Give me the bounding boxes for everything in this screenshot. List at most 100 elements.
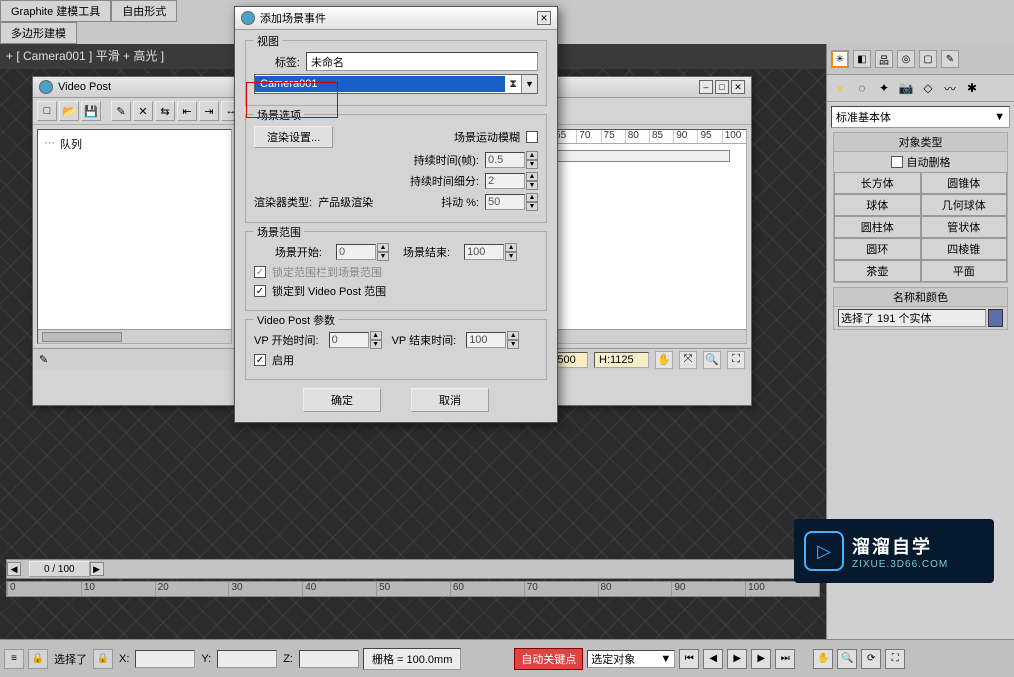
nav-max-icon[interactable]: ⛶ bbox=[885, 649, 905, 669]
logo-url: ZIXUE.3D66.COM bbox=[852, 559, 948, 570]
delete-icon[interactable]: ✕ bbox=[133, 101, 153, 121]
status-bar: ≡ 🔒 选择了 🔒 X: Y: Z: 栅格 = 100.0mm 自动关键点 选定… bbox=[0, 639, 1014, 677]
x-input[interactable] bbox=[135, 650, 195, 668]
motion-blur-checkbox[interactable] bbox=[526, 131, 538, 143]
queue-tree[interactable]: 队列 bbox=[37, 129, 232, 344]
nav-pan-icon[interactable]: ✋ bbox=[813, 649, 833, 669]
shapes-icon[interactable]: ◌ bbox=[853, 79, 871, 97]
selected-label: 选择了 bbox=[52, 651, 89, 667]
tab-polymodel[interactable]: 多边形建模 bbox=[0, 22, 77, 44]
btn-torus[interactable]: 圆环 bbox=[834, 238, 921, 260]
scene-options-label: 场景选项 bbox=[254, 107, 304, 123]
swap-icon[interactable]: ⇆ bbox=[155, 101, 175, 121]
btn-pyramid[interactable]: 四棱锥 bbox=[921, 238, 1008, 260]
prev-frame-icon[interactable]: ◀ bbox=[703, 649, 723, 669]
btn-tube[interactable]: 管状体 bbox=[921, 216, 1008, 238]
zoom-time-icon[interactable]: 🔍 bbox=[703, 351, 721, 369]
align-left-icon[interactable]: ⇤ bbox=[177, 101, 197, 121]
btn-sphere[interactable]: 球体 bbox=[834, 194, 921, 216]
tree-scrollbar[interactable] bbox=[42, 332, 122, 342]
nav-zoom-icon[interactable]: 🔍 bbox=[837, 649, 857, 669]
btn-box[interactable]: 长方体 bbox=[834, 172, 921, 194]
goto-start-icon[interactable]: ⏮ bbox=[679, 649, 699, 669]
script-icon[interactable]: ≡ bbox=[4, 649, 24, 669]
display-tab-icon[interactable]: ▢ bbox=[919, 50, 937, 68]
enable-checkbox[interactable]: ✓ bbox=[254, 354, 266, 366]
frame-ruler: 0102030405060708090100 bbox=[6, 581, 820, 597]
btn-plane[interactable]: 平面 bbox=[921, 260, 1008, 282]
btn-teapot[interactable]: 茶壶 bbox=[834, 260, 921, 282]
time-slider[interactable]: ◀ 0 / 100 ▶ bbox=[6, 559, 820, 579]
hierarchy-tab-icon[interactable]: 品 bbox=[875, 50, 893, 68]
lock-selection-icon[interactable]: 🔒 bbox=[93, 649, 113, 669]
range-end-label: 场景结束: bbox=[403, 244, 450, 260]
spacewarps-icon[interactable]: 〰 bbox=[941, 79, 959, 97]
goto-end-icon[interactable]: ⏭ bbox=[775, 649, 795, 669]
autogrid-checkbox[interactable] bbox=[891, 156, 903, 168]
minimize-button[interactable]: – bbox=[699, 80, 713, 94]
dialog-close-button[interactable]: ✕ bbox=[537, 11, 551, 25]
systems-icon[interactable]: ✱ bbox=[963, 79, 981, 97]
cameras-icon[interactable]: 📷 bbox=[897, 79, 915, 97]
nav-orbit-icon[interactable]: ⟳ bbox=[861, 649, 881, 669]
dialog-icon bbox=[241, 11, 255, 25]
lights-icon[interactable]: ✦ bbox=[875, 79, 893, 97]
key-filter-combo[interactable]: 选定对象▼ bbox=[587, 650, 675, 668]
object-color-swatch[interactable] bbox=[988, 309, 1003, 327]
renderer-type-value: 产品级渲染 bbox=[318, 197, 373, 209]
save-icon[interactable]: 💾 bbox=[81, 101, 101, 121]
object-type-header: 对象类型 bbox=[834, 133, 1007, 152]
renderer-type-label: 渲染器类型: bbox=[254, 197, 312, 209]
autokey-button[interactable]: 自动关键点 bbox=[514, 648, 583, 670]
object-name-input[interactable] bbox=[838, 309, 986, 327]
motion-tab-icon[interactable]: ◎ bbox=[897, 50, 915, 68]
btn-cone[interactable]: 圆锥体 bbox=[921, 172, 1008, 194]
camera-combo[interactable]: Camera001 ⧗ ▼ bbox=[254, 74, 538, 94]
queue-item[interactable]: 队列 bbox=[42, 134, 227, 154]
duration-subdiv-input bbox=[485, 173, 525, 189]
tag-input[interactable] bbox=[306, 52, 538, 71]
primitive-category-select[interactable]: 标准基本体▼ bbox=[831, 106, 1010, 128]
align-right-icon[interactable]: ⇥ bbox=[199, 101, 219, 121]
create-tab-icon[interactable]: ✳ bbox=[831, 50, 849, 68]
tab-graphite[interactable]: Graphite 建模工具 bbox=[0, 0, 111, 22]
duration-subdiv-label: 持续时间细分: bbox=[410, 173, 479, 189]
modify-tab-icon[interactable]: ◧ bbox=[853, 50, 871, 68]
edit-icon[interactable]: ✎ bbox=[111, 101, 131, 121]
vp-start-input[interactable] bbox=[329, 332, 369, 348]
btn-geosphere[interactable]: 几何球体 bbox=[921, 194, 1008, 216]
pan-icon[interactable]: ✋ bbox=[655, 351, 673, 369]
y-input[interactable] bbox=[217, 650, 277, 668]
z-input[interactable] bbox=[299, 650, 359, 668]
autogrid-label: 自动删格 bbox=[907, 154, 951, 170]
utilities-tab-icon[interactable]: ✎ bbox=[941, 50, 959, 68]
cancel-button[interactable]: 取消 bbox=[411, 388, 489, 412]
next-frame-icon[interactable]: ▶ bbox=[751, 649, 771, 669]
lock-icon[interactable]: 🔒 bbox=[28, 649, 48, 669]
play-icon[interactable]: ▶ bbox=[727, 649, 747, 669]
new-icon[interactable]: □ bbox=[37, 101, 57, 121]
close-button[interactable]: ✕ bbox=[731, 80, 745, 94]
helpers-icon[interactable]: ◇ bbox=[919, 79, 937, 97]
combo-dropdown-icon[interactable]: ▼ bbox=[521, 75, 537, 93]
geometry-icon[interactable]: ● bbox=[831, 79, 849, 97]
time-prev[interactable]: ◀ bbox=[7, 562, 21, 576]
ok-button[interactable]: 确定 bbox=[303, 388, 381, 412]
lock-range-label: 锁定范围栏到场景范围 bbox=[272, 264, 382, 280]
y-label: Y: bbox=[199, 653, 213, 665]
time-next[interactable]: ▶ bbox=[90, 562, 104, 576]
open-icon[interactable]: 📂 bbox=[59, 101, 79, 121]
maximize-button[interactable]: □ bbox=[715, 80, 729, 94]
zoom-region-icon[interactable]: ⛶ bbox=[727, 351, 745, 369]
tab-freeform[interactable]: 自由形式 bbox=[111, 0, 177, 22]
motion-blur-label: 场景运动模糊 bbox=[454, 129, 520, 145]
z-label: Z: bbox=[281, 653, 295, 665]
render-settings-button[interactable]: 渲染设置... bbox=[254, 126, 333, 148]
lock-vp-checkbox[interactable]: ✓ bbox=[254, 285, 266, 297]
time-handle[interactable]: 0 / 100 bbox=[29, 561, 90, 577]
duration-frames-label: 持续时间(帧): bbox=[414, 152, 479, 168]
vp-end-input[interactable] bbox=[466, 332, 506, 348]
zoom-extents-icon[interactable]: ⤧ bbox=[679, 351, 697, 369]
btn-cylinder[interactable]: 圆柱体 bbox=[834, 216, 921, 238]
dialog-title: 添加场景事件 bbox=[260, 10, 326, 26]
